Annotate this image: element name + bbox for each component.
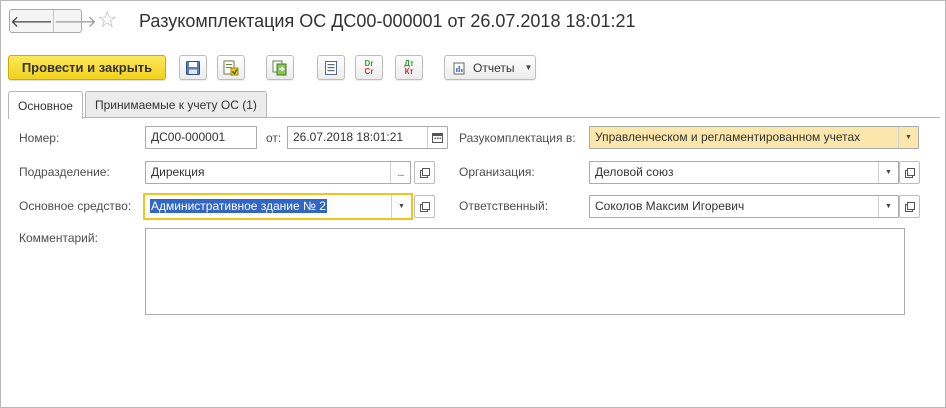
post-button[interactable] [217, 55, 245, 80]
chevron-down-icon: ▼ [524, 63, 533, 72]
ellipsis-icon[interactable]: ... [390, 162, 410, 183]
open-window-icon [419, 201, 430, 212]
arrow-left-icon: 🡐 [10, 13, 53, 31]
accounting-entries-dtkt-button[interactable]: Дт Кт [395, 55, 423, 80]
page-title: Разукомплектация ОС ДС00-000001 от 26.07… [139, 11, 636, 31]
tab-accepted-assets[interactable]: Принимаемые к учету ОС (1) [84, 91, 267, 118]
reports-label: Отчеты [473, 60, 515, 75]
organization-value: Деловой союз [595, 165, 674, 179]
disassembly-value: Управленческом и регламентированном учет… [590, 127, 898, 148]
disassembly-label: Разукомплектация в: [459, 131, 576, 145]
date-field[interactable]: 26.07.2018 18:01:21 [287, 126, 448, 149]
date-label: от: [266, 131, 282, 145]
number-value: ДС00-000001 [151, 130, 226, 144]
open-window-icon [419, 167, 430, 178]
list-icon [325, 60, 337, 75]
create-based-on-button[interactable] [266, 55, 294, 80]
fixed-asset-value: Административное здание № 2 [150, 199, 327, 213]
floppy-disk-icon [186, 60, 200, 75]
calendar-button[interactable] [427, 127, 447, 148]
tab-bar: Основное Принимаемые к учету ОС (1) [8, 91, 269, 119]
chevron-down-icon[interactable]: ▼ [878, 162, 898, 183]
responsible-label: Ответственный: [459, 199, 549, 213]
date-value: 26.07.2018 18:01:21 [293, 130, 404, 144]
number-label: Номер: [19, 131, 60, 145]
back-button[interactable]: 🡐 [10, 10, 53, 32]
post-document-icon [223, 60, 239, 75]
favorite-star-icon[interactable]: ☆ [97, 7, 118, 31]
responsible-field[interactable]: Соколов Максим Игоревич ▼ [589, 195, 899, 218]
organization-label: Организация: [459, 165, 535, 179]
reports-icon [453, 62, 465, 74]
fixed-asset-field[interactable]: Административное здание № 2 ▼ [143, 193, 413, 220]
calendar-icon [432, 133, 443, 143]
open-window-icon [904, 167, 915, 178]
department-label: Подразделение: [19, 165, 110, 179]
comment-label: Комментарий: [19, 231, 98, 245]
reports-menu-button[interactable]: Отчеты ▼ [444, 55, 536, 80]
organization-field[interactable]: Деловой союз ▼ [589, 161, 899, 184]
disassembly-select[interactable]: Управленческом и регламентированном учет… [589, 126, 919, 149]
accounting-entries-drcr-button[interactable]: Dr Cr [355, 55, 383, 80]
forward-button[interactable]: 🡒 [52, 10, 97, 32]
open-organization-button[interactable] [899, 161, 920, 184]
post-and-close-button[interactable]: Провести и закрыть [8, 55, 166, 80]
arrow-right-icon: 🡒 [53, 13, 97, 31]
documents-green-icon [272, 60, 287, 75]
open-window-icon [904, 201, 915, 212]
document-window: 🡐 🡒 ☆ Разукомплектация ОС ДС00-000001 от… [0, 0, 946, 408]
open-responsible-button[interactable] [899, 195, 920, 218]
chevron-down-icon[interactable]: ▼ [898, 127, 918, 148]
list-view-button[interactable] [317, 55, 345, 80]
department-field[interactable]: Дирекция ... [145, 161, 411, 184]
save-button[interactable] [179, 55, 207, 80]
responsible-value: Соколов Максим Игоревич [595, 199, 745, 213]
chevron-down-icon[interactable]: ▼ [878, 196, 898, 217]
open-department-button[interactable] [414, 161, 435, 184]
asset-label: Основное средство: [19, 199, 132, 213]
dr-cr-icon: Dr Cr [364, 58, 374, 76]
comment-textarea[interactable] [145, 228, 905, 315]
open-fixed-asset-button[interactable] [414, 195, 435, 218]
number-field[interactable]: ДС00-000001 [145, 126, 257, 149]
department-value: Дирекция [151, 165, 205, 179]
chevron-down-icon[interactable]: ▼ [391, 195, 411, 218]
navigation-buttons: 🡐 🡒 [9, 9, 97, 33]
tab-main[interactable]: Основное [8, 91, 83, 119]
dt-kt-icon: Дт Кт [404, 58, 414, 76]
